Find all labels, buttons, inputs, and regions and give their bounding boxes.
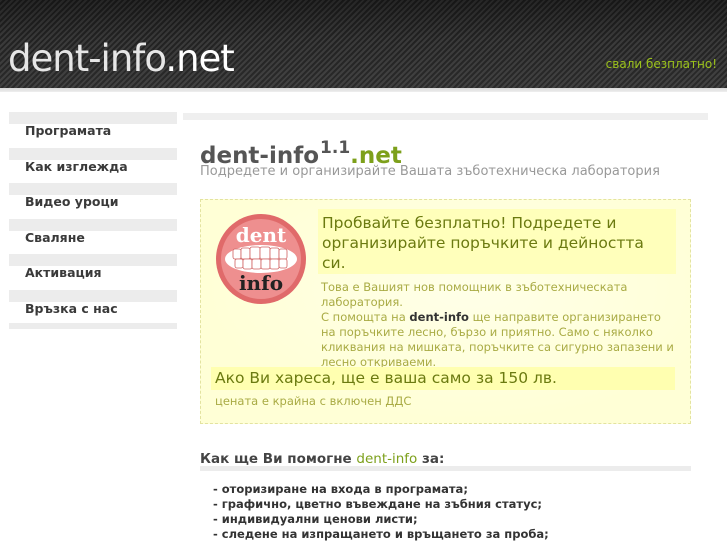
promo-description: Това е Вашият нов помощник в зъботехниче… [215, 280, 675, 370]
sidebar-item-screenshots[interactable]: Как изглежда [9, 147, 177, 184]
sidebar-item-label: Видео уроци [25, 194, 119, 209]
list-item: - оторизиране на входа в програмата; [213, 482, 468, 496]
content-top-divider [183, 113, 708, 120]
sidebar-item-label: Програмата [25, 123, 112, 138]
site-header: dent-info.net свали безплатно! [0, 0, 727, 88]
header-underline [0, 88, 727, 92]
promo-brand: dent-info [409, 310, 469, 324]
logo-main: dent-info [8, 37, 166, 80]
list-item: - следене на изпращането и връщането за … [213, 527, 549, 541]
heading-brand: dent-info [356, 451, 418, 467]
promo-text-line1: Това е Вашият нов помощник в зъботехниче… [321, 280, 628, 309]
page-subtitle: Подредете и организирайте Вашата зъботех… [200, 164, 660, 179]
list-item: - индивидуални ценови листи; [213, 512, 418, 526]
sidebar-item-label: Сваляне [25, 229, 85, 245]
promo-headline: Пробвайте безплатно! Подредете и организ… [318, 209, 676, 274]
sidebar-item-label: Как изглежда [25, 158, 128, 174]
site-logo[interactable]: dent-info.net [8, 37, 235, 80]
sidebar-nav: Програмата Как изглежда Видео уроци Свал… [9, 112, 177, 329]
logo-text-dent: dent [236, 223, 287, 247]
feature-list: - оторизиране на входа в програмата; - г… [213, 482, 549, 542]
sidebar-item-label: Активация [25, 265, 102, 280]
price-banner: Ако Ви хареса, ще е ваша само за 150 лв. [211, 367, 675, 390]
price-note: цената е крайна с включен ДДС [215, 394, 412, 408]
sidebar-item-video-tutorials[interactable]: Видео уроци [9, 183, 177, 219]
sidebar-item-download[interactable]: Сваляне [9, 218, 177, 255]
sidebar-item-program[interactable]: Програмата [9, 112, 177, 148]
features-heading: Как ще Ви помогне dent-info за: [200, 451, 445, 467]
sidebar-item-contact[interactable]: Връзка с нас [9, 289, 177, 326]
logo-accent: .net [165, 37, 234, 80]
sidebar-item-label: Връзка с нас [25, 300, 118, 316]
sidebar-item-activation[interactable]: Активация [9, 254, 177, 290]
features-divider [200, 466, 691, 471]
version-number: 1.1 [320, 138, 351, 158]
download-free-link[interactable]: свали безплатно! [606, 57, 717, 71]
list-item: - графично, цветно въвеждане на зъбния с… [213, 497, 542, 511]
